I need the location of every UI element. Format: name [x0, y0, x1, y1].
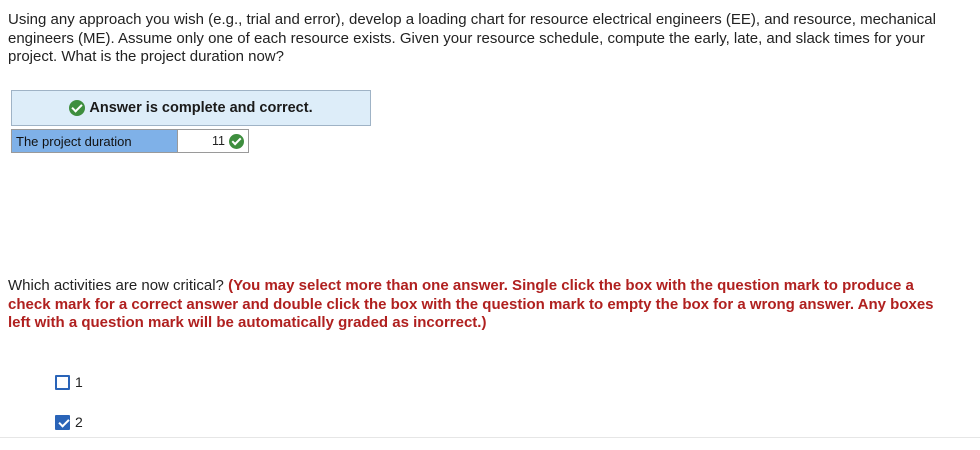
- option-label: 1: [75, 374, 83, 390]
- result-label: The project duration: [12, 130, 178, 152]
- divider: [0, 437, 980, 438]
- option-label: 2: [75, 414, 83, 430]
- question-2: Which activities are now critical? (You …: [8, 277, 948, 333]
- check-circle-icon: [229, 133, 244, 149]
- check-circle-icon: [69, 100, 86, 116]
- project-duration-value: 11: [212, 134, 225, 148]
- result-row: The project duration 11: [11, 129, 249, 153]
- question-text: Using any approach you wish (e.g., trial…: [8, 11, 936, 65]
- checkbox-checked-icon[interactable]: [55, 414, 70, 430]
- option-1[interactable]: 1: [55, 374, 83, 390]
- checkbox-empty-icon[interactable]: [55, 374, 70, 390]
- question-2-text: Which activities are now critical?: [8, 277, 224, 294]
- project-duration-field[interactable]: 11: [178, 130, 248, 152]
- answer-status-banner: Answer is complete and correct.: [11, 90, 371, 126]
- option-2[interactable]: 2: [55, 414, 83, 430]
- answer-status-text: Answer is complete and correct.: [89, 100, 313, 116]
